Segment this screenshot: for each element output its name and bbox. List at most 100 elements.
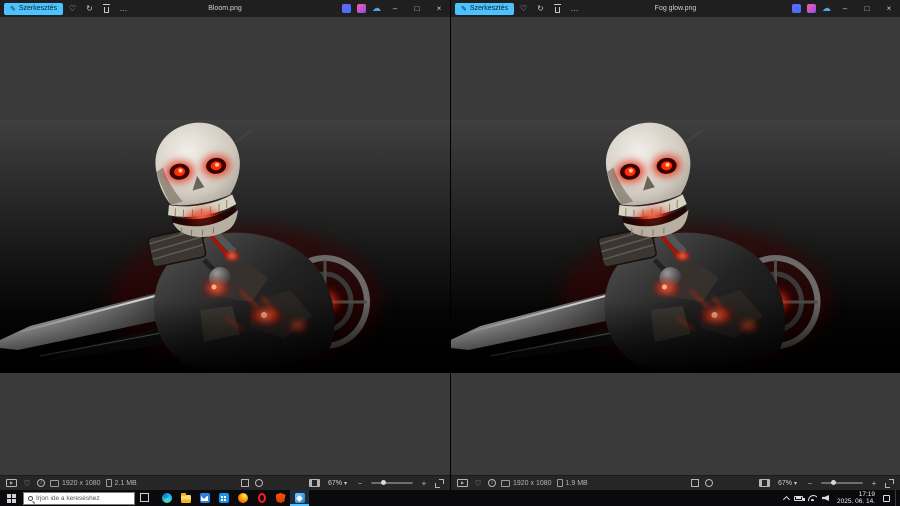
file-size-text: 2.1 MB [114,479,137,487]
taskbar-clock[interactable]: 17:19 2025. 06. 14. [837,491,875,506]
actual-size-icon[interactable] [704,479,713,487]
zoom-level-dropdown[interactable]: 67% ▾ [776,480,799,487]
file-size-icon [556,479,563,487]
zoom-out-icon[interactable]: − [355,478,365,489]
resolution-text: 1920 x 1080 [62,479,101,487]
robot-skull-photo [451,119,900,373]
toolbar-right: ☁ – □ × [339,0,450,17]
info-icon[interactable]: i [488,479,496,487]
zoom-level-dropdown[interactable]: 67% ▾ [326,480,349,487]
taskbar-app-opera[interactable] [252,490,271,506]
system-tray: 17:19 2025. 06. 14. [782,490,900,506]
trash-lid [103,4,110,5]
window-title: Fog glow.png [654,5,697,12]
edit-button[interactable]: ✎ Szerkesztés [455,2,514,15]
onedrive-icon[interactable]: ☁ [372,3,381,13]
notification-icon [883,494,890,502]
network-button[interactable] [808,490,818,506]
task-view-button[interactable] [135,490,155,506]
start-button[interactable] [0,490,22,506]
close-button[interactable]: × [428,0,450,17]
battery-button[interactable] [794,490,805,506]
store-icon [218,493,229,503]
windows-logo-icon [6,493,16,503]
slideshow-icon[interactable]: ▶ [457,479,468,487]
taskbar-app-photos[interactable] [290,490,309,506]
taskbar-app-store[interactable] [214,490,233,506]
clipchamp-icon[interactable] [342,4,351,13]
close-button[interactable]: × [878,0,900,17]
search-input[interactable] [36,494,128,502]
battery-icon [794,495,805,501]
slideshow-icon[interactable]: ▶ [6,479,17,487]
taskbar-app-file-explorer[interactable] [176,490,195,506]
taskbar-app-firefox[interactable] [233,490,252,506]
favorite-icon[interactable]: ♡ [65,1,80,16]
task-view-icon [140,493,149,502]
rotate-icon[interactable]: ↻ [533,1,548,16]
fit-to-window-icon[interactable] [240,479,249,487]
designer-icon[interactable] [807,4,816,13]
info-icon[interactable]: i [37,479,45,487]
fullscreen-icon[interactable] [885,478,894,488]
show-desktop-button[interactable] [895,490,898,506]
favorite-icon[interactable]: ♡ [473,478,483,489]
minimize-button[interactable]: – [834,0,856,17]
delete-icon[interactable] [550,1,565,16]
photos-window-fog-glow: ✎ Szerkesztés ♡ ↻ … Fog glow.png ☁ – □ × [450,0,900,490]
fit-to-window-icon[interactable] [690,479,699,487]
filmstrip-icon[interactable] [758,479,770,487]
zoom-in-icon[interactable]: + [869,478,879,489]
clipchamp-icon[interactable] [792,4,801,13]
robot-skull-photo [0,119,450,373]
photo-canvas[interactable] [451,17,900,475]
maximize-button[interactable]: □ [406,0,428,17]
delete-icon[interactable] [99,1,114,16]
taskbar: 17:19 2025. 06. 14. [0,490,900,506]
file-explorer-icon [180,493,191,503]
toolbar-right: ☁ – □ × [789,0,900,17]
fullscreen-icon[interactable] [435,478,444,488]
actual-size-icon[interactable] [254,479,263,487]
view-statusbar: ▶ ♡ i 1920 x 1080 1.9 MB 67% ▾ − + [451,475,900,490]
volume-button[interactable] [822,490,830,506]
designer-icon[interactable] [357,4,366,13]
zoom-level-value: 67% [327,479,342,487]
zoom-slider-thumb[interactable] [381,480,386,485]
zoom-slider-thumb[interactable] [831,480,836,485]
favorite-icon[interactable]: ♡ [516,1,531,16]
taskbar-search[interactable] [23,491,135,505]
titlebar[interactable]: ✎ Szerkesztés ♡ ↻ … Bloom.png ☁ – □ × [0,0,450,17]
edit-button[interactable]: ✎ Szerkesztés [4,2,63,15]
favorite-icon[interactable]: ♡ [22,478,32,489]
maximize-button[interactable]: □ [856,0,878,17]
file-size-icon [105,479,112,487]
taskbar-apps [157,490,309,506]
zoom-in-icon[interactable]: + [419,478,429,489]
zoom-slider[interactable] [371,480,413,485]
photos-icon [294,493,305,503]
more-options-icon[interactable]: … [116,1,131,16]
taskbar-app-edge[interactable] [157,490,176,506]
resolution-meta: 1920 x 1080 [50,479,101,487]
filmstrip-icon[interactable] [308,479,320,487]
trash-lid [554,4,561,5]
zoom-out-icon[interactable]: − [805,478,815,489]
titlebar[interactable]: ✎ Szerkesztés ♡ ↻ … Fog glow.png ☁ – □ × [451,0,900,17]
wifi-icon [808,495,818,501]
desktop-screen: ✎ Szerkesztés ♡ ↻ … Bloom.png ☁ – □ × ▶ … [0,0,900,506]
resolution-text: 1920 x 1080 [513,479,552,487]
taskbar-app-mail[interactable] [195,490,214,506]
minimize-button[interactable]: – [384,0,406,17]
onedrive-icon[interactable]: ☁ [822,3,831,13]
rotate-icon[interactable]: ↻ [82,1,97,16]
file-size-meta: 1.9 MB [556,479,588,487]
action-center-button[interactable] [883,490,890,506]
more-options-icon[interactable]: … [567,1,582,16]
hidden-icons-button[interactable] [782,490,789,506]
photo-canvas[interactable] [0,17,450,475]
view-statusbar: ▶ ♡ i 1920 x 1080 2.1 MB 67% ▾ − + [0,475,450,490]
taskbar-app-brave[interactable] [271,490,290,506]
dimensions-icon [501,479,510,487]
zoom-slider[interactable] [821,480,863,485]
